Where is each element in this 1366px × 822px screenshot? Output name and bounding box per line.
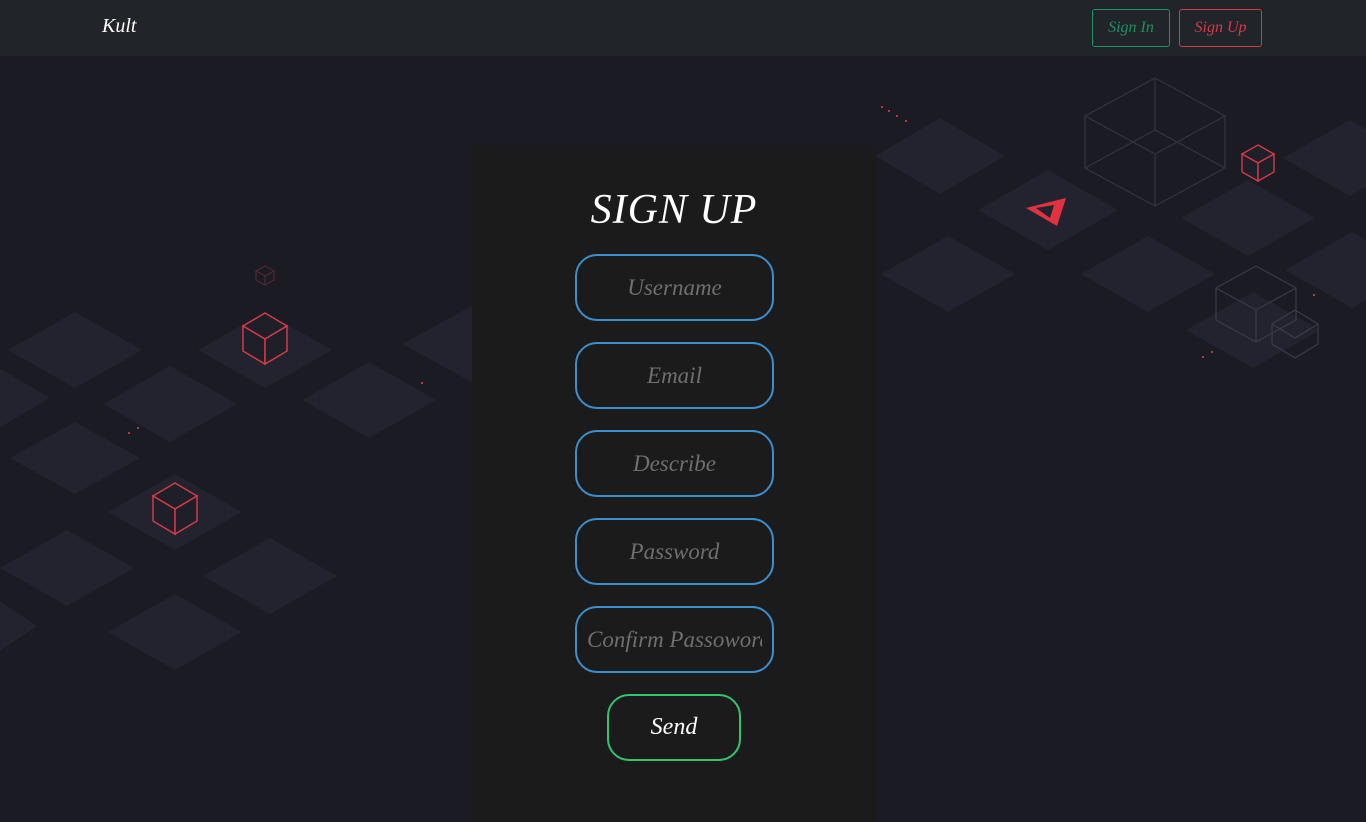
tile-group-right [875,118,1366,368]
sign-up-button[interactable]: Sign Up [1179,9,1262,47]
isometric-tile [875,118,1005,194]
isometric-tile [0,530,134,606]
confirm-password-input[interactable] [575,606,774,673]
wireframe-cube-icon [1083,77,1227,207]
isometric-tile [203,538,337,614]
sign-in-button[interactable]: Sign In [1092,9,1170,47]
isometric-tile [1186,292,1320,368]
password-input[interactable] [575,518,774,585]
isometric-tile [1283,120,1366,196]
isometric-tile [881,236,1015,312]
isometric-tile [1081,236,1215,312]
isometric-tile [0,601,37,651]
isometric-tile [1285,232,1366,308]
brand-logo-link[interactable]: Kult [102,15,136,38]
isometric-tile [302,362,436,438]
page-title: SIGN UP [590,187,758,233]
send-button[interactable]: Send [607,694,741,761]
isometric-tile [8,312,142,388]
signup-panel: SIGN UP Send [472,146,876,822]
isometric-tile [103,366,237,442]
username-input[interactable] [575,254,774,321]
isometric-tile [1181,180,1315,256]
top-navbar: Kult Sign In Sign Up [0,0,1366,56]
cube-icon [1240,144,1276,183]
cube-icon [254,265,276,286]
email-input[interactable] [575,342,774,409]
describe-input[interactable] [575,430,774,497]
isometric-tile [402,306,472,382]
isometric-tile [10,422,140,494]
isometric-tile [0,368,50,428]
isometric-tile [108,594,242,670]
tile-group-left [0,306,472,670]
